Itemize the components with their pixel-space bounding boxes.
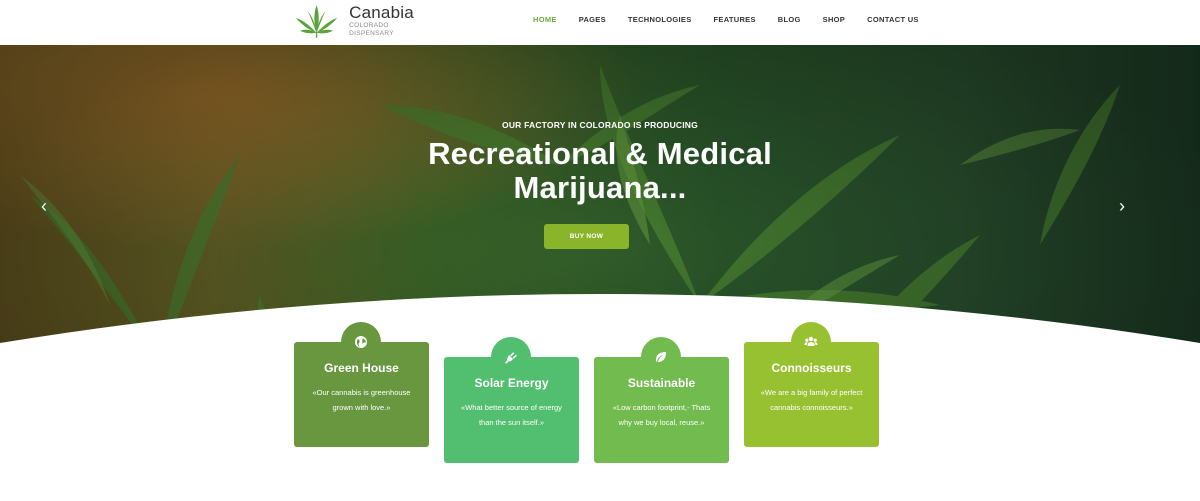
- nav-item-shop[interactable]: SHOP: [823, 15, 845, 24]
- slider-dots: [572, 302, 605, 309]
- hero-title-line-1: Recreational & Medical: [428, 136, 772, 171]
- card-badge: [791, 322, 831, 362]
- nav-item-technologies[interactable]: TECHNOLOGIES: [628, 15, 692, 24]
- hero-title: Recreational & Medical Marijuana...: [0, 137, 1200, 205]
- slider-dot-2[interactable]: [583, 302, 590, 309]
- main-nav: HOME PAGES TECHNOLOGIES FEATURES BLOG SH…: [533, 15, 941, 24]
- nav-item-home[interactable]: HOME: [533, 15, 557, 24]
- prev-slide-arrow-icon[interactable]: ‹: [41, 197, 47, 215]
- card-badge: [341, 322, 381, 362]
- card-title: Sustainable: [627, 376, 696, 390]
- card-badge: [641, 337, 681, 377]
- card-title: Green House: [324, 361, 399, 375]
- buy-now-button[interactable]: BUY NOW: [544, 224, 629, 249]
- nav-item-pages[interactable]: PAGES: [579, 15, 606, 24]
- feature-card-green-house[interactable]: Green House «Our cannabis is greenhouse …: [294, 322, 429, 447]
- leaf-icon: [656, 352, 666, 362]
- users-icon: [804, 336, 818, 346]
- nav-item-blog[interactable]: BLOG: [778, 15, 801, 24]
- nav-item-contact-us[interactable]: CONTACT US: [867, 15, 919, 24]
- hero-caption: OUR FACTORY IN COLORADO IS PRODUCING Rec…: [0, 120, 1200, 205]
- card-text: «What better source of energy than the s…: [461, 403, 562, 427]
- nav-item-features[interactable]: FEATURES: [714, 15, 756, 24]
- card-title: Solar Energy: [474, 376, 549, 390]
- cannabis-leaf-logo-icon: [295, 5, 338, 38]
- next-slide-arrow-icon[interactable]: ›: [1119, 197, 1125, 215]
- site-header: Canabia COLORADO DISPENSARY HOME PAGES T…: [0, 0, 1200, 45]
- card-text: «We are a big family of perfect cannabis…: [760, 388, 863, 412]
- card-title: Connoisseurs: [771, 361, 852, 375]
- brand-tagline: COLORADO DISPENSARY: [349, 22, 394, 37]
- slider-dot-1[interactable]: [572, 302, 579, 309]
- card-text: «Low carbon footprint,- Thats why we buy…: [612, 403, 711, 427]
- hero-eyebrow: OUR FACTORY IN COLORADO IS PRODUCING: [502, 120, 698, 130]
- brand-name: Canabia: [349, 3, 414, 22]
- card-text: «Our cannabis is greenhouse grown with l…: [312, 388, 411, 412]
- slider-dot-3[interactable]: [594, 302, 601, 309]
- logo[interactable]: Canabia COLORADO DISPENSARY: [294, 2, 434, 40]
- feature-card-sustainable[interactable]: Sustainable «Low carbon footprint,- That…: [594, 337, 729, 463]
- feature-card-solar-energy[interactable]: Solar Energy «What better source of ener…: [444, 337, 579, 463]
- card-badge: [491, 337, 531, 377]
- hero-title-line-2: Marijuana...: [513, 170, 687, 205]
- globe-icon: [355, 336, 367, 348]
- plug-icon: [505, 352, 517, 364]
- feature-card-connoisseurs[interactable]: Connoisseurs «We are a big family of per…: [744, 322, 879, 447]
